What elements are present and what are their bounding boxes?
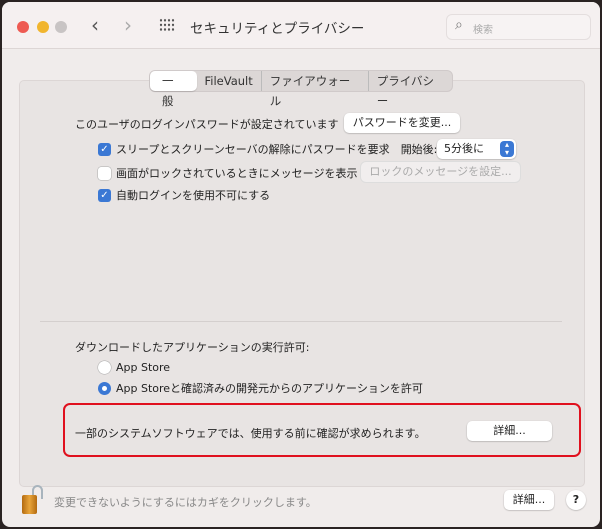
- close-button[interactable]: [17, 21, 29, 33]
- window: ‹ › セキュリティとプライバシー ⌕ 検索 一般 FileVault ファイア…: [2, 2, 600, 527]
- password-delay-value: 5分後に: [444, 142, 484, 155]
- app-store-label: App Store: [116, 361, 171, 374]
- search-icon: ⌕: [455, 17, 463, 33]
- grid-icon[interactable]: [159, 18, 175, 32]
- title-bar: ‹ › セキュリティとプライバシー ⌕ 検索: [2, 2, 600, 49]
- download-permission-label: ダウンロードしたアプリケーションの実行許可:: [75, 341, 310, 354]
- require-password-checkbox[interactable]: ✓: [98, 142, 111, 156]
- tab-bar: 一般 FileVault ファイアウォール プライバシー: [149, 70, 453, 108]
- tab-filevault[interactable]: FileVault: [197, 71, 261, 91]
- section-divider: [40, 321, 562, 322]
- stepper-arrows-icon: ▴ ▾: [500, 141, 514, 157]
- tab-privacy[interactable]: プライバシー: [369, 71, 452, 108]
- lock-icon[interactable]: [19, 483, 49, 517]
- password-delay-select[interactable]: 5分後に ▴ ▾: [437, 139, 516, 159]
- lock-hint-text: 変更できないようにするにはカギをクリックします。: [54, 496, 317, 509]
- set-lock-message-button[interactable]: ロックのメッセージを設定...: [361, 162, 520, 182]
- zoom-button[interactable]: [55, 21, 67, 33]
- lock-message-checkbox[interactable]: [98, 166, 111, 180]
- change-password-button[interactable]: パスワードを変更...: [344, 113, 460, 133]
- system-software-details-button[interactable]: 詳細...: [467, 421, 552, 441]
- system-software-text: 一部のシステムソフトウェアでは、使用する前に確認が求められます。: [75, 427, 426, 440]
- disable-auto-login-label: 自動ログインを使用不可にする: [116, 189, 271, 202]
- app-store-identified-label: App Storeと確認済みの開発元からのアプリケーションを許可: [116, 382, 423, 395]
- app-store-identified-radio[interactable]: [98, 381, 111, 395]
- require-password-label: スリープとスクリーンセーバの解除にパスワードを要求: [116, 143, 390, 156]
- start-after-label: 開始後:: [400, 143, 438, 156]
- back-chevron-icon[interactable]: ‹: [91, 13, 99, 37]
- footer-details-button[interactable]: 詳細...: [504, 490, 554, 510]
- disable-auto-login-checkbox[interactable]: ✓: [98, 188, 111, 202]
- minimize-button[interactable]: [37, 21, 49, 33]
- help-button[interactable]: ?: [566, 490, 586, 510]
- search-placeholder: 検索: [473, 25, 493, 36]
- forward-chevron-icon[interactable]: ›: [124, 13, 132, 37]
- window-title: セキュリティとプライバシー: [190, 21, 365, 37]
- tab-general[interactable]: 一般: [150, 71, 197, 108]
- password-status-text: このユーザのログインパスワードが設定されています: [75, 118, 339, 131]
- tab-firewall[interactable]: ファイアウォール: [262, 71, 368, 108]
- app-store-radio[interactable]: [98, 361, 111, 374]
- search-field[interactable]: ⌕ 検索: [446, 14, 591, 40]
- lock-message-label: 画面がロックされているときにメッセージを表示: [116, 167, 358, 180]
